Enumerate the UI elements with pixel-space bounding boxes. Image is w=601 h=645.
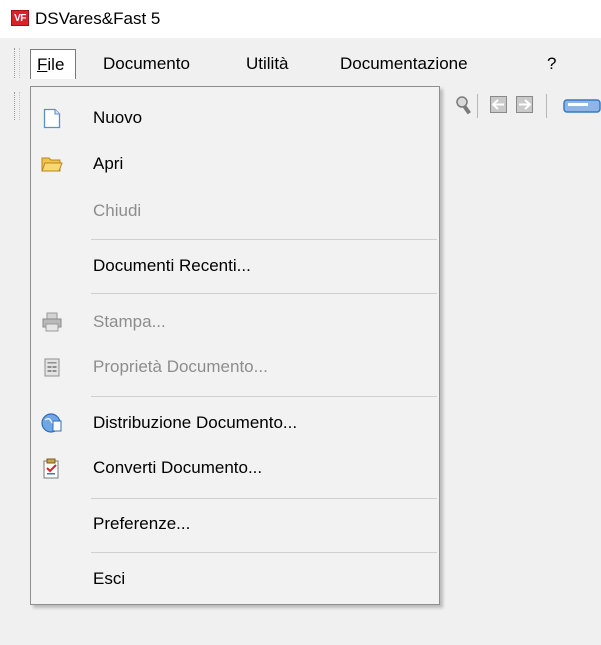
menu-item-label: Distribuzione Documento...	[93, 413, 298, 432]
menu-item-chiudi[interactable]: Chiudi	[31, 191, 439, 231]
menu-item-preferenze[interactable]: Preferenze...	[31, 504, 439, 544]
menu-item-stampa[interactable]: Stampa...	[31, 302, 439, 342]
new-document-icon	[41, 107, 63, 129]
menu-separator	[91, 552, 437, 553]
menu-item-documenti-recenti[interactable]: Documenti Recenti...	[31, 246, 439, 286]
menu-item-label: Converti Documento...	[93, 458, 263, 477]
menu-file-label: ile	[47, 55, 65, 74]
convert-icon	[41, 457, 63, 479]
properties-icon	[41, 356, 63, 378]
menu-documentazione[interactable]: Documentazione	[334, 49, 474, 79]
menu-help[interactable]: ?	[541, 49, 562, 79]
menu-item-label: Chiudi	[93, 201, 142, 220]
menu-item-label: Esci	[93, 569, 126, 588]
menu-item-label: Stampa...	[93, 312, 166, 331]
search-icon[interactable]	[455, 95, 473, 120]
file-menu-dropdown: Nuovo Apri Chiudi Documenti Recenti... S…	[30, 86, 440, 605]
menu-item-esci[interactable]: Esci	[31, 559, 439, 599]
menu-utilita[interactable]: Utilità	[240, 49, 295, 79]
menu-item-nuovo[interactable]: Nuovo	[31, 98, 439, 138]
printer-icon	[41, 311, 63, 333]
window-title: DSVares&Fast 5	[35, 9, 161, 28]
menu-item-label: Apri	[93, 154, 124, 173]
toolbar-grip[interactable]	[14, 92, 20, 120]
menu-separator	[91, 239, 437, 240]
menu-file-mnemonic: F	[37, 55, 48, 74]
menu-item-label: Documenti Recenti...	[93, 256, 251, 275]
menu-item-converti-documento[interactable]: Converti Documento...	[31, 448, 439, 488]
back-arrow-icon[interactable]	[490, 96, 507, 113]
menu-item-proprieta-documento[interactable]: Proprietà Documento...	[31, 347, 439, 387]
menu-bar: File Documento Utilità Documentazione ?	[0, 38, 601, 84]
tool-icon[interactable]	[562, 97, 601, 120]
menu-item-label: Preferenze...	[93, 514, 191, 533]
menubar-grip[interactable]	[14, 48, 20, 78]
title-bar: VF DSVares&Fast 5	[0, 0, 601, 38]
menu-file[interactable]: File	[30, 49, 76, 79]
toolbar-separator	[546, 94, 547, 118]
menu-item-apri[interactable]: Apri	[31, 144, 439, 184]
app-logo-icon: VF	[11, 10, 29, 26]
menu-separator	[91, 293, 437, 294]
menu-separator	[91, 396, 437, 397]
open-folder-icon	[41, 153, 63, 175]
menu-documento[interactable]: Documento	[97, 49, 196, 79]
menu-item-label: Proprietà Documento...	[93, 357, 268, 376]
menu-separator	[91, 498, 437, 499]
distribution-icon	[41, 412, 63, 434]
forward-arrow-icon[interactable]	[516, 96, 533, 113]
toolbar-separator	[477, 94, 478, 118]
menu-item-label: Nuovo	[93, 108, 143, 127]
menu-item-distribuzione-documento[interactable]: Distribuzione Documento...	[31, 403, 439, 443]
